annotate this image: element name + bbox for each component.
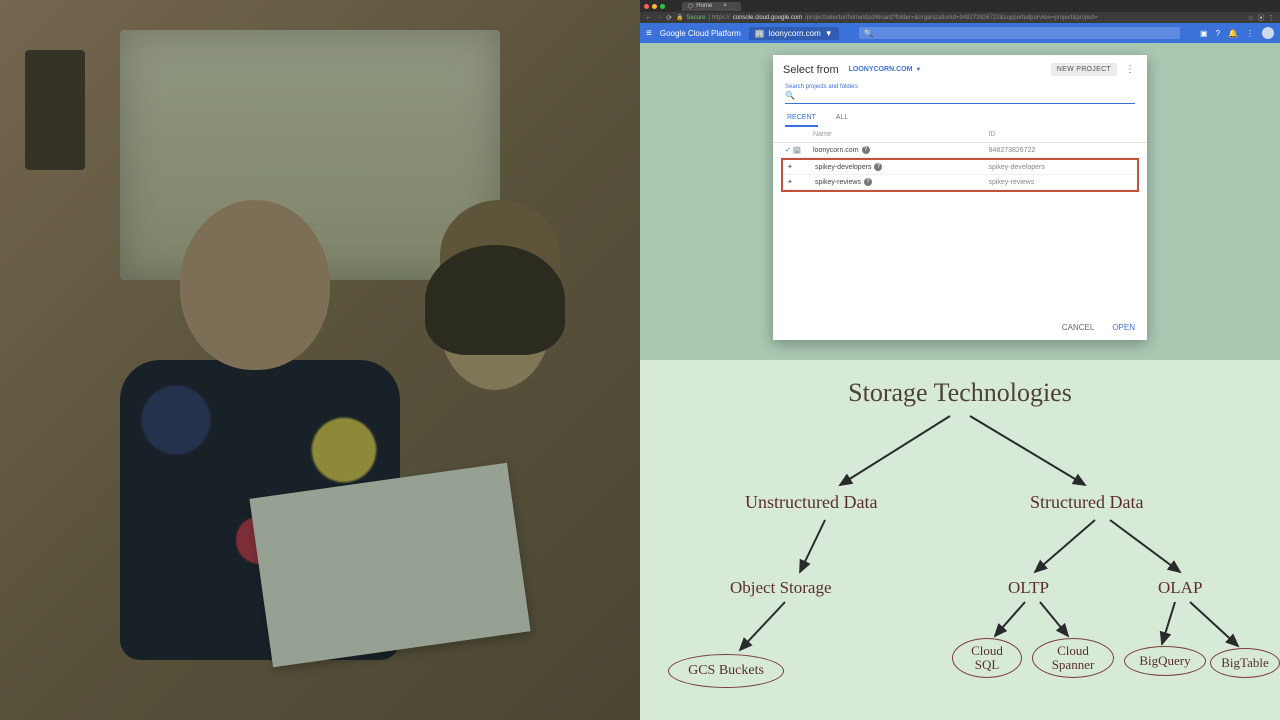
gcp-search[interactable]: 🔍 [859,27,1180,39]
secure-label: Secure [686,15,705,21]
window-minimize-icon[interactable] [652,4,657,9]
browser-toolbar: ← → ⟳ 🔒 Secure | https:// console.cloud.… [640,12,1280,23]
table-row[interactable]: ✓🏢 loonycorn.com? 948273826722 [773,143,1147,158]
open-button[interactable]: OPEN [1112,323,1135,332]
window-close-icon[interactable] [644,4,649,9]
url-host: console.cloud.google.com [733,15,802,21]
new-project-button[interactable]: NEW PROJECT [1051,63,1117,76]
tab-title: Home [696,3,712,9]
star-icon[interactable]: ☆ [1248,15,1254,21]
extensions-icon[interactable]: ⦿ [1258,15,1264,21]
modal-overflow-icon[interactable]: ⋮ [1123,64,1137,75]
chevron-down-icon: ▼ [825,29,833,38]
tab-recent[interactable]: RECENT [785,110,818,127]
gcp-screenshot: ⬡ Home × ← → ⟳ 🔒 Secure | https:// conso… [640,0,1280,360]
tab-close-icon[interactable]: × [723,3,727,9]
back-icon[interactable]: ← [646,15,652,21]
address-bar[interactable]: 🔒 Secure | https:// console.cloud.google… [676,14,1244,21]
info-icon[interactable]: ? [862,146,870,154]
table-row[interactable]: ✦ spikey-developers? spikey-developers [783,160,1137,175]
chevron-down-icon: ▼ [915,67,921,73]
search-icon: 🔍 [864,29,874,38]
project-picker-modal: Select from LOONYCORN.COM ▼ NEW PROJECT … [773,55,1147,340]
help-icon[interactable]: ? [1216,29,1220,38]
gcp-top-bar: ≡ Google Cloud Platform 🏢 loonycorn.com … [640,23,1280,43]
modal-tabs: RECENT ALL [773,108,1147,127]
storage-diagram: Storage Technologies [640,360,1280,720]
org-icon: 🏢 [755,29,765,38]
window-zoom-icon[interactable] [660,4,665,9]
project-icon: ✦ [787,163,793,171]
project-search-input[interactable] [785,91,1135,104]
check-icon: ✓ [785,146,791,154]
modal-title: Select from [783,64,839,76]
node-object-storage: Object Storage [730,578,832,598]
col-name: Name [813,131,989,138]
account-avatar[interactable] [1262,27,1274,39]
row-name: spikey-developers [815,164,871,171]
notifications-icon[interactable]: 🔔 [1228,29,1238,38]
utilities-icon[interactable]: ⋮ [1246,29,1254,38]
hamburger-icon[interactable]: ≡ [646,28,652,39]
browser-tabstrip: ⬡ Home × [640,0,1280,12]
node-cloud-sql: Cloud SQL [952,638,1022,678]
gcp-brand: Google Cloud Platform [660,29,741,38]
node-bigtable: BigTable [1210,648,1280,678]
project-selector[interactable]: 🏢 loonycorn.com ▼ [749,27,839,40]
node-bigquery: BigQuery [1124,646,1206,676]
promo-photo [0,0,640,720]
tab-all[interactable]: ALL [834,110,850,127]
org-icon: 🏢 [793,146,802,154]
table-header: Name ID [773,127,1147,143]
forward-icon[interactable]: → [656,15,662,21]
cloudshell-icon[interactable]: ▣ [1200,29,1208,38]
col-id: ID [989,131,1135,138]
info-icon[interactable]: ? [874,163,882,171]
row-name: spikey-reviews [815,179,861,186]
table-row[interactable]: ✦ spikey-reviews? spikey-reviews [783,175,1137,190]
row-id: spikey-reviews [988,179,1133,186]
cancel-button[interactable]: CANCEL [1062,323,1094,332]
node-cloud-spanner: Cloud Spanner [1032,638,1114,678]
reload-icon[interactable]: ⟳ [666,15,672,21]
node-oltp: OLTP [1008,578,1049,598]
project-icon: ✦ [787,178,793,186]
row-name: loonycorn.com [813,147,859,154]
browser-tab[interactable]: ⬡ Home × [682,2,741,11]
node-olap: OLAP [1158,578,1202,598]
tab-favicon: ⬡ [688,3,693,10]
lock-icon: 🔒 [676,14,683,21]
highlighted-rows: ✦ spikey-developers? spikey-developers ✦… [781,158,1139,192]
row-id: 948273826722 [989,147,1135,154]
org-scope-chip[interactable]: LOONYCORN.COM ▼ [845,64,926,75]
org-scope-label: LOONYCORN.COM [849,66,913,73]
project-selector-label: loonycorn.com [769,29,821,38]
url-path: /projectselector/home/dashboard?folder=&… [805,15,1098,21]
browser-menu-icon[interactable]: ⋮ [1268,15,1274,21]
node-unstructured: Unstructured Data [745,492,877,513]
search-label: Search projects and folders [785,84,1135,90]
info-icon[interactable]: ? [864,178,872,186]
node-structured: Structured Data [1030,492,1143,513]
row-id: spikey-developers [988,164,1133,171]
node-gcs-buckets: GCS Buckets [668,654,784,688]
